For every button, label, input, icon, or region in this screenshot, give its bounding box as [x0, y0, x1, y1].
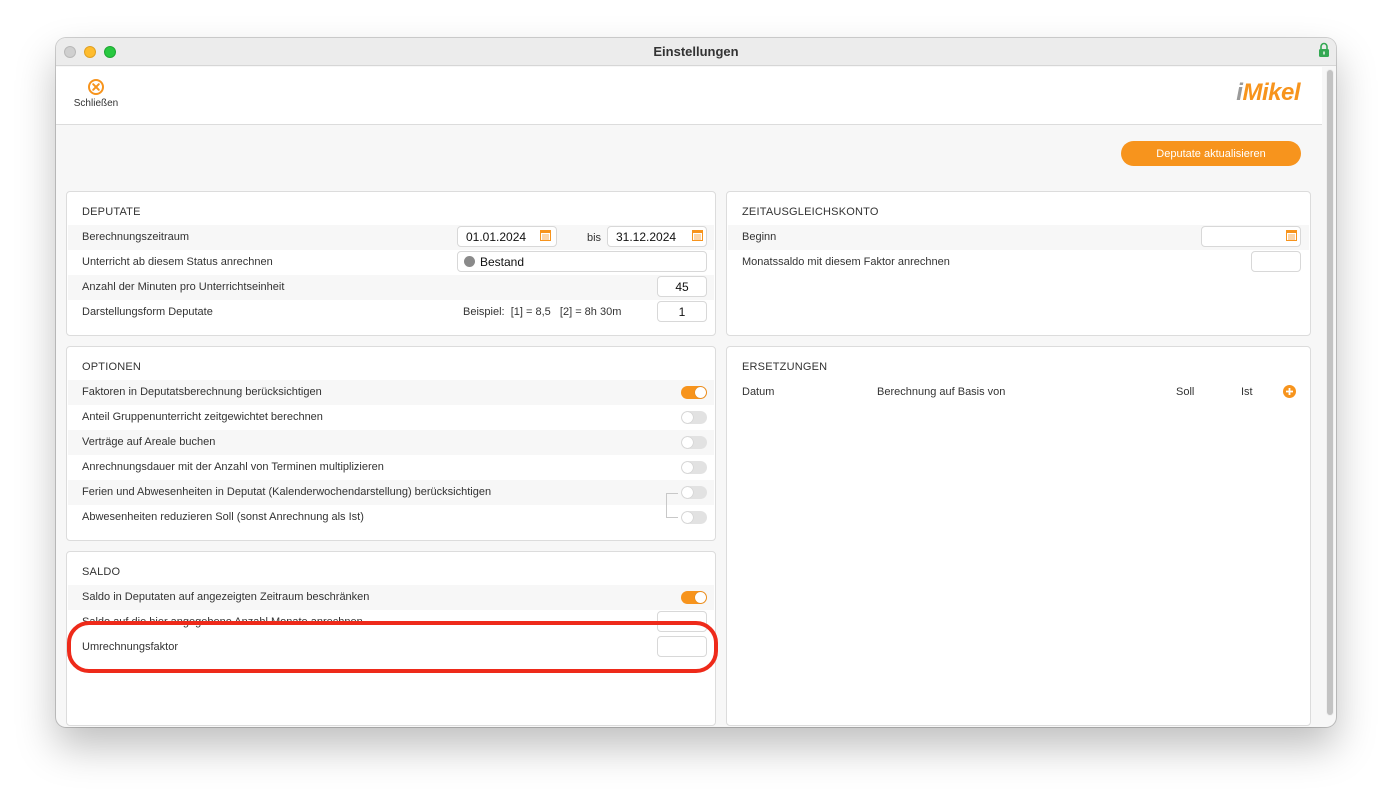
period-from-value: 01.01.2024	[466, 230, 527, 244]
ersetzungen-title: ERSETZUNGEN	[742, 361, 828, 373]
add-replacement-plus-icon[interactable]	[1283, 385, 1296, 398]
imikel-logo: iMikel	[1236, 79, 1300, 107]
begin-label: Beginn	[742, 231, 777, 243]
column-header-date: Datum	[742, 386, 775, 398]
saldo-limit-row: Saldo in Deputaten auf angezeigten Zeitr…	[68, 585, 714, 610]
option-toggle[interactable]	[681, 511, 707, 524]
calendar-icon[interactable]	[1286, 230, 1297, 241]
option-toggle[interactable]	[681, 411, 707, 424]
status-select[interactable]: Bestand	[457, 251, 707, 272]
minutes-field[interactable]: 45	[657, 276, 707, 297]
saldo-limit-toggle[interactable]	[681, 591, 707, 604]
option-row: Anteil Gruppenunterricht zeitgewichtet b…	[68, 405, 714, 430]
month-factor-field[interactable]	[1251, 251, 1301, 272]
option-toggle[interactable]	[681, 461, 707, 474]
logo-text: Mikel	[1242, 79, 1300, 106]
ersetzungen-panel: ERSETZUNGEN Datum Berechnung auf Basis v…	[726, 346, 1311, 726]
format-field[interactable]: 1	[657, 301, 707, 322]
period-row: Berechnungszeitraum 01.01.2024 bis 31.12…	[68, 225, 714, 250]
optionen-panel: OPTIONEN Faktoren in Deputatsberechnung …	[66, 346, 716, 541]
saldo-title: SALDO	[82, 566, 121, 578]
status-row: Unterricht ab diesem Status anrechnen Be…	[68, 250, 714, 275]
close-button[interactable]: Schließen	[70, 79, 122, 119]
zeitausgleich-title: ZEITAUSGLEICHSKONTO	[742, 206, 879, 218]
status-value: Bestand	[480, 255, 525, 269]
period-from-field[interactable]: 01.01.2024	[457, 226, 557, 247]
toolbar: Schließen iMikel	[56, 67, 1322, 125]
period-to-field[interactable]: 31.12.2024	[607, 226, 707, 247]
minutes-row: Anzahl der Minuten pro Unterrichtseinhei…	[68, 275, 714, 300]
scrollbar-thumb[interactable]	[1327, 70, 1333, 715]
close-button-label: Schließen	[73, 98, 119, 109]
column-header-soll: Soll	[1176, 386, 1195, 398]
option-label: Faktoren in Deputatsberechnung berücksic…	[82, 386, 322, 398]
month-factor-label: Monatssaldo mit diesem Faktor anrechnen	[742, 256, 950, 268]
month-factor-row: Monatssaldo mit diesem Faktor anrechnen	[728, 250, 1309, 275]
title-bar: Einstellungen	[56, 38, 1336, 66]
format-value: 1	[678, 305, 686, 319]
option-row: Faktoren in Deputatsberechnung berücksic…	[68, 380, 714, 405]
close-circle-icon	[88, 79, 104, 95]
option-row: Verträge auf Areale buchen	[68, 430, 714, 455]
ersetzungen-header-row: Datum Berechnung auf Basis von Soll Ist	[728, 380, 1309, 405]
minutes-label: Anzahl der Minuten pro Unterrichtseinhei…	[82, 281, 285, 293]
format-hint: Beispiel: [1] = 8,5 [2] = 8h 30m	[463, 306, 622, 318]
status-dot-icon	[464, 256, 475, 267]
optionen-title: OPTIONEN	[82, 361, 142, 373]
deputate-title: DEPUTATE	[82, 206, 141, 218]
dependency-bracket	[666, 493, 678, 518]
option-toggle[interactable]	[681, 386, 707, 399]
option-label: Anrechnungsdauer mit der Anzahl von Term…	[82, 461, 384, 473]
zeitausgleich-panel: ZEITAUSGLEICHSKONTO Beginn Monatssaldo m…	[726, 191, 1311, 336]
lock-icon	[1319, 42, 1329, 57]
calendar-icon[interactable]	[692, 230, 703, 241]
begin-row: Beginn	[728, 225, 1309, 250]
status-label: Unterricht ab diesem Status anrechnen	[82, 256, 273, 268]
begin-date-field[interactable]	[1201, 226, 1301, 247]
minutes-value: 45	[675, 280, 689, 294]
deputate-panel: DEPUTATE Berechnungszeitraum 01.01.2024 …	[66, 191, 716, 336]
period-to-value: 31.12.2024	[616, 230, 677, 244]
period-label: Berechnungszeitraum	[82, 231, 190, 243]
option-label: Verträge auf Areale buchen	[82, 436, 216, 448]
calendar-icon[interactable]	[540, 230, 551, 241]
option-row: Anrechnungsdauer mit der Anzahl von Term…	[68, 455, 714, 480]
option-row: Abwesenheiten reduzieren Soll (sonst Anr…	[68, 505, 714, 530]
format-row: Darstellungsform Deputate Beispiel: [1] …	[68, 300, 714, 325]
window-title: Einstellungen	[653, 44, 739, 59]
update-deputate-button[interactable]: Deputate aktualisieren	[1121, 141, 1301, 166]
vertical-scrollbar[interactable]	[1326, 69, 1334, 716]
saldo-limit-label: Saldo in Deputaten auf angezeigten Zeitr…	[82, 591, 370, 603]
option-label: Anteil Gruppenunterricht zeitgewichtet b…	[82, 411, 323, 423]
period-to-label: bis	[587, 232, 602, 244]
highlight-annotation	[67, 621, 718, 673]
option-label: Abwesenheiten reduzieren Soll (sonst Anr…	[82, 511, 364, 523]
column-header-ist: Ist	[1241, 386, 1253, 398]
format-label: Darstellungsform Deputate	[82, 306, 213, 318]
option-row: Ferien und Abwesenheiten in Deputat (Kal…	[68, 480, 714, 505]
option-label: Ferien und Abwesenheiten in Deputat (Kal…	[82, 486, 492, 498]
column-header-basis: Berechnung auf Basis von	[877, 386, 1006, 398]
option-toggle[interactable]	[681, 436, 707, 449]
option-toggle[interactable]	[681, 486, 707, 499]
